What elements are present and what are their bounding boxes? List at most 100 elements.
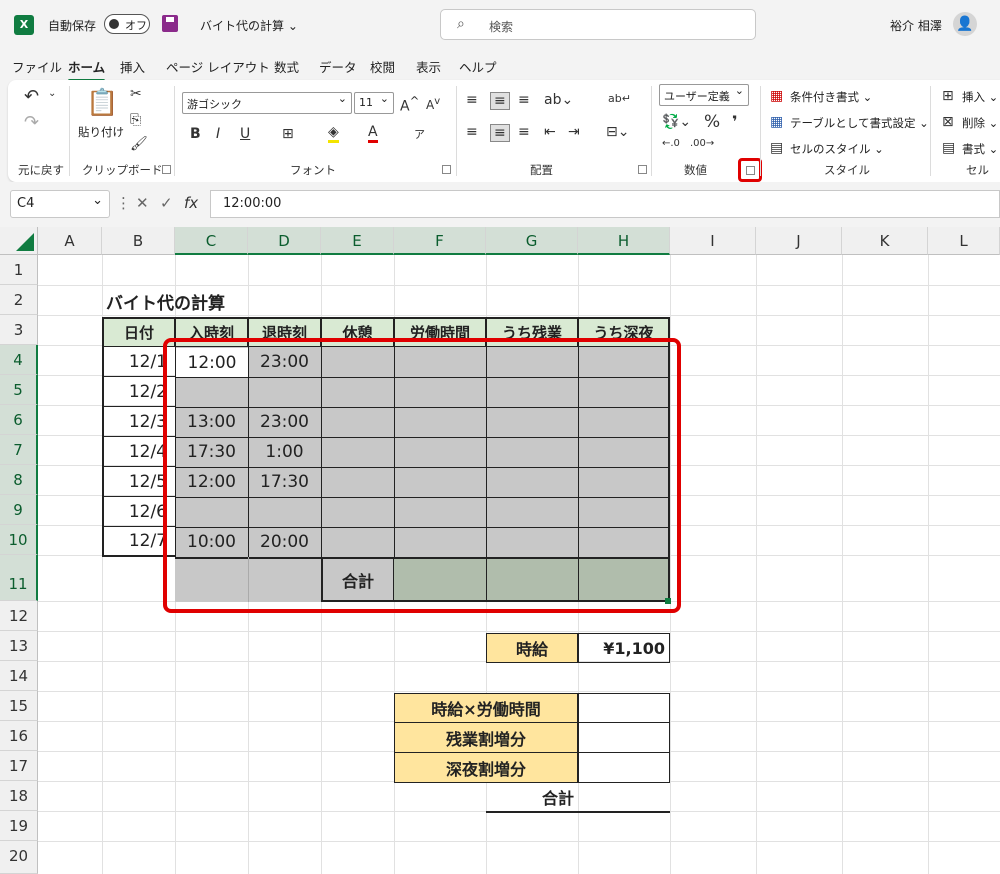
grand-total-label[interactable]: 合計 [486,783,578,813]
column-header[interactable]: E [321,227,394,255]
row-header[interactable]: 19 [0,811,38,841]
tab-view[interactable]: 表示 [416,57,441,76]
paste-button[interactable]: 貼り付け [78,124,124,140]
row-header[interactable]: 18 [0,781,38,811]
decrease-decimal-icon[interactable]: .00→ [690,138,714,149]
redo-icon[interactable]: ↷ [24,112,39,133]
tab-insert[interactable]: 挿入 [120,57,145,76]
enter-icon[interactable]: ✓ [160,194,173,212]
font-launcher-icon[interactable] [442,165,451,174]
row-header[interactable]: 4 [0,345,38,375]
row-header[interactable]: 2 [0,285,38,315]
column-header[interactable]: I [670,227,756,255]
font-name-select[interactable]: 游ゴシック [182,92,352,114]
select-all-icon[interactable] [0,227,38,255]
orientation-icon[interactable]: ab⌄ [544,92,573,108]
format-cells-button[interactable]: 書式 ⌄ [962,141,998,157]
row-header[interactable]: 3 [0,315,38,345]
align-center-icon[interactable]: ≡ [490,124,510,142]
wage-label[interactable]: 時給 [486,633,578,663]
delete-cells-button[interactable]: 削除 ⌄ [962,115,998,131]
row-header[interactable]: 10 [0,525,38,555]
name-box[interactable]: C4 [10,190,110,218]
format-painter-icon[interactable]: 🖌 [130,136,148,152]
align-launcher-icon[interactable] [638,165,647,174]
column-header[interactable]: C [175,227,248,255]
comma-style-icon[interactable]: ❜ [732,112,738,131]
number-format-select[interactable]: ユーザー定義 [659,84,749,106]
row-header[interactable]: 17 [0,751,38,781]
align-top-icon[interactable]: ≡ [466,92,478,108]
calc-label[interactable]: 時給×労働時間 [394,693,578,723]
align-right-icon[interactable]: ≡ [518,124,530,140]
row-header[interactable]: 9 [0,495,38,525]
column-header[interactable]: A [38,227,102,255]
column-header[interactable]: G [486,227,578,255]
row-header[interactable]: 16 [0,721,38,751]
calc-label[interactable]: 深夜割増分 [394,753,578,783]
font-size-select[interactable]: 11 [354,92,394,114]
wrap-text-icon[interactable]: ab↵ [608,92,631,105]
copy-icon[interactable]: ⎘ [130,112,141,128]
cell-styles-button[interactable]: セルのスタイル ⌄ [790,141,884,157]
table-format-button[interactable]: テーブルとして書式設定 ⌄ [790,115,929,131]
calc-value[interactable] [578,753,670,783]
insert-cells-button[interactable]: 挿入 ⌄ [962,89,998,105]
column-header[interactable]: H [578,227,670,255]
column-header[interactable]: F [394,227,486,255]
border-icon[interactable]: ⊞ [282,126,294,142]
align-middle-icon[interactable]: ≡ [490,92,510,110]
paste-icon[interactable]: 📋 [86,88,118,118]
row-header[interactable]: 12 [0,601,38,631]
tab-page-layout[interactable]: ページ レイアウト [166,57,270,76]
cut-icon[interactable]: ✂ [130,86,142,102]
row-header[interactable]: 8 [0,465,38,495]
formula-input[interactable]: 12:00:00 [210,190,1000,218]
indent-increase-icon[interactable]: ⇥ [568,124,580,140]
tab-data[interactable]: データ [319,57,357,76]
align-bottom-icon[interactable]: ≡ [518,92,530,108]
column-header[interactable]: D [248,227,321,255]
align-left-icon[interactable]: ≡ [466,124,478,140]
percent-icon[interactable]: % [704,112,720,132]
calc-label[interactable]: 残業割増分 [394,723,578,753]
tab-formulas[interactable]: 数式 [274,57,299,76]
italic-icon[interactable]: I [216,126,220,142]
avatar[interactable]: 👤 [953,12,977,36]
fill-handle[interactable] [665,598,671,604]
underline-icon[interactable]: U [240,126,250,142]
function-icon[interactable]: fx [184,194,198,212]
column-header[interactable]: B [102,227,175,255]
wage-value[interactable]: ¥1,100 [578,633,670,663]
calc-value[interactable] [578,723,670,753]
autosave-toggle[interactable]: オフ [104,14,150,34]
tab-file[interactable]: ファイル [12,57,62,76]
cancel-icon[interactable]: ✕ [136,194,149,212]
column-header[interactable]: K [842,227,928,255]
font-grow-icon[interactable]: A^ [400,94,419,115]
conditional-format-button[interactable]: 条件付き書式 ⌄ [790,89,872,105]
fill-color-icon[interactable]: ◈ [328,124,339,143]
tab-home[interactable]: ホーム [68,57,106,82]
grand-total-value[interactable] [578,783,670,813]
row-header[interactable]: 15 [0,691,38,721]
row-header[interactable]: 11 [0,555,38,601]
undo-icon[interactable]: ↶ [24,86,39,107]
row-header[interactable]: 1 [0,255,38,285]
tab-help[interactable]: ヘルプ [459,57,497,76]
column-header[interactable]: L [928,227,1000,255]
phonetic-icon[interactable]: ア [414,126,425,142]
clipboard-launcher-icon[interactable] [162,165,171,174]
tab-review[interactable]: 校閲 [370,57,395,76]
merge-center-icon[interactable]: ⊟⌄ [606,124,629,140]
row-header[interactable]: 5 [0,375,38,405]
calc-value[interactable] [578,693,670,723]
indent-decrease-icon[interactable]: ⇤ [544,124,556,140]
row-header[interactable]: 7 [0,435,38,465]
increase-decimal-icon[interactable]: ←.0 [662,138,680,149]
sheet-title[interactable]: バイト代の計算 [106,286,225,316]
row-header[interactable]: 13 [0,631,38,661]
save-icon[interactable] [162,15,178,32]
document-title[interactable]: バイト代の計算 ⌄ [200,17,298,34]
search-box[interactable]: ⌕ 検索 [440,9,756,40]
